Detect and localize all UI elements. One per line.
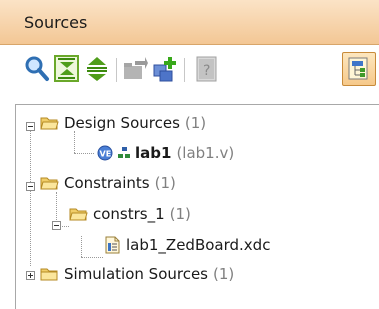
open-file-icon[interactable] bbox=[122, 55, 148, 83]
svg-text:VE: VE bbox=[100, 150, 112, 159]
expand-all-icon[interactable] bbox=[84, 55, 110, 83]
sources-panel: Sources ? Design Sources (1) VE lab1 (la… bbox=[0, 0, 379, 309]
tree-item-label: Constraints bbox=[64, 174, 150, 192]
svg-text:?: ? bbox=[203, 63, 210, 79]
folder-open-icon bbox=[69, 208, 88, 220]
properties-icon[interactable]: ? bbox=[194, 55, 220, 83]
tree-item-xdc-file[interactable]: lab1_ZedBoard.xdc bbox=[105, 233, 270, 257]
module-file: (lab1.v) bbox=[176, 144, 235, 162]
panel-title: Sources bbox=[24, 13, 88, 32]
collapse-toggle[interactable] bbox=[26, 122, 35, 131]
tree-item-label: Simulation Sources bbox=[64, 265, 209, 283]
tree-item-constraints[interactable]: Constraints (1) bbox=[40, 171, 176, 195]
item-count: (1) bbox=[154, 174, 176, 192]
collapse-toggle[interactable] bbox=[52, 221, 61, 230]
tree-item-simulation-sources[interactable]: Simulation Sources (1) bbox=[40, 262, 234, 286]
hierarchy-update-icon bbox=[348, 57, 368, 80]
toolbar-separator bbox=[184, 58, 185, 82]
module-name: lab1 bbox=[135, 144, 172, 162]
item-count: (1) bbox=[213, 265, 235, 283]
tree-item-label: Design Sources bbox=[64, 114, 180, 132]
hierarchy-update-toggle[interactable] bbox=[342, 52, 376, 86]
folder-open-icon bbox=[40, 117, 59, 129]
folder-icon bbox=[40, 268, 58, 280]
xdc-file-icon bbox=[105, 236, 120, 254]
toolbar-separator bbox=[116, 58, 117, 82]
toolbar: ? bbox=[0, 46, 379, 96]
tree-connector bbox=[74, 153, 94, 154]
tree-connector bbox=[81, 257, 103, 258]
collapse-all-icon[interactable] bbox=[54, 55, 80, 83]
collapse-toggle[interactable] bbox=[26, 182, 35, 191]
tree-connector bbox=[30, 127, 31, 266]
folder-open-icon bbox=[40, 177, 59, 189]
tree-item-constrs-1[interactable]: constrs_1 (1) bbox=[69, 202, 191, 226]
search-icon[interactable] bbox=[24, 55, 50, 83]
tree-item-lab1[interactable]: VE lab1 (lab1.v) bbox=[96, 141, 234, 165]
tree-item-design-sources[interactable]: Design Sources (1) bbox=[40, 111, 206, 135]
tree-connector bbox=[81, 236, 82, 257]
verilog-file-icon: VE bbox=[97, 145, 113, 161]
tree-item-label: lab1_ZedBoard.xdc bbox=[126, 236, 271, 254]
item-count: (1) bbox=[169, 205, 191, 223]
top-module-icon bbox=[118, 147, 130, 158]
expand-toggle[interactable] bbox=[26, 271, 35, 280]
tree-item-label: constrs_1 bbox=[93, 205, 165, 223]
sources-tree: Design Sources (1) VE lab1 (lab1.v) Cons… bbox=[15, 104, 379, 309]
item-count: (1) bbox=[184, 114, 207, 132]
add-sources-icon[interactable] bbox=[152, 55, 178, 83]
panel-header: Sources bbox=[0, 0, 379, 45]
